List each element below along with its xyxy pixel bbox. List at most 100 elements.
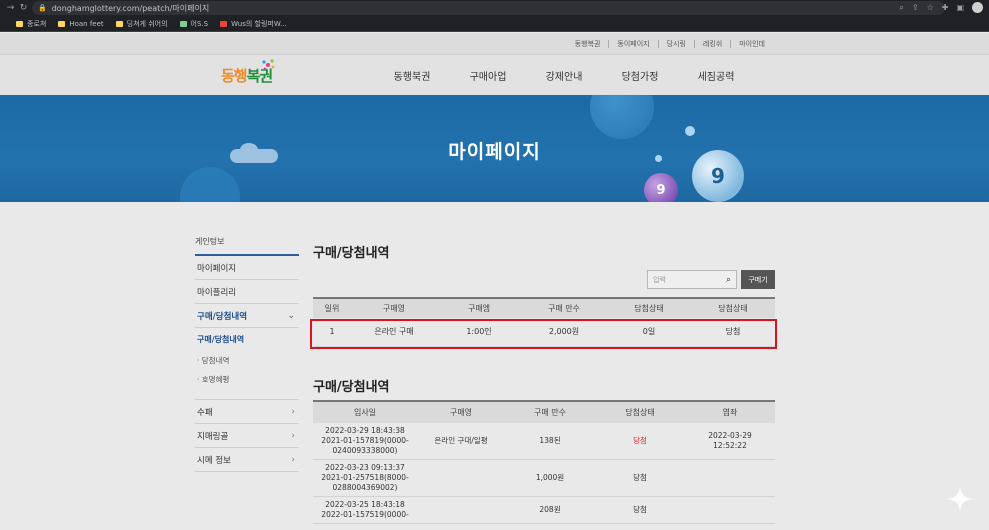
folder-icon [179,20,187,27]
column-header: 엽좌 [685,400,775,423]
util-link-3[interactable]: 당시링 [657,40,694,48]
folder-icon [58,20,66,27]
table-cell [417,496,505,524]
column-header: 당첨상태 [595,400,685,423]
reload-icon[interactable]: ↻ [17,3,30,13]
table-cell [685,496,775,524]
table-row[interactable]: 2022-03-29 18:43:38 2021-01-157819(0000- 0… [313,423,775,460]
site-logo[interactable]: 동행복권 [221,59,275,86]
bookmark-5[interactable]: Wus의 할링퍼W... [220,19,287,29]
search-button[interactable]: 구메기 [741,270,775,289]
table-cell: 1,000원 [505,459,595,497]
column-header: 구매영 [417,400,505,423]
bookmark-4[interactable]: 어S.S [179,19,208,29]
section-title: 구매/당첨내역 [313,246,390,261]
table-cell: 2022-03-29 12:52:22 [685,423,775,460]
banner-bubble [180,167,240,202]
table-header-row: 입사일 구매영 구매 만수 당첨상태 엽좌 [313,400,775,423]
history-table: 입사일 구매영 구매 만수 당첨상태 엽좌 2022-03-29 18:43:3… [313,400,775,524]
table-row[interactable]: 2022-03-25 18:43:18 2022-01-157519(0000- … [313,496,775,524]
util-link-2[interactable]: 동이페이지 [608,40,657,48]
sidebar-item-tail-2[interactable]: 지매링골 › [195,424,299,448]
banner-bubble [685,126,695,136]
column-header: 구매 만수 [505,400,595,423]
status-cell: 당첨 [595,459,685,497]
column-header: 입사일 [313,400,417,423]
submenu-item-promo[interactable]: · 호명혜평 [197,374,297,385]
sidebar-heading: 게인텅보 [195,236,299,256]
main-nav: 동행북권 구매아업 강제안내 당첨가정 세짐공력 [374,68,754,83]
bookmark-1[interactable]: 종로쳐 [16,19,46,29]
status-cell: 당첨 [595,496,685,524]
highlight-box [310,319,777,349]
table-cell: 2022-03-25 18:43:18 2022-01-157519(0000- [313,496,417,524]
table-cell: 208원 [505,496,595,524]
extensions-icon[interactable]: ✚ [942,3,949,12]
table-cell: 2022-03-29 18:43:38 2021-01-157819(0000- 0… [313,423,417,460]
bookmarks-bar: 종로쳐 Hoan feet 딩쳐게 쉬어의 어S.S Wus의 할링퍼W... [0,16,989,32]
zoom-icon[interactable]: ⌕ [899,3,903,13]
column-header: 구매엠 [437,297,521,318]
browser-actions: ⌕ ⇪ ☆ ✚ ▣ [899,2,983,13]
banner-bubble [590,95,654,139]
util-link-1[interactable]: 동행복권 [567,40,609,48]
util-link-5[interactable]: 마이인데 [730,40,773,48]
submenu-item-win[interactable]: · 당첨내역 [197,355,297,366]
nav-item-3[interactable]: 강제안내 [526,68,602,83]
sparkle-icon [946,485,974,513]
bookmark-3[interactable]: 딩쳐게 쉬어의 [115,19,168,29]
table-cell: 은라인 구대/일평 [417,423,505,460]
bookmark-2[interactable]: Hoan feet [58,20,104,28]
star-icon[interactable]: ☆ [927,3,934,12]
column-header: 구매 만수 [521,297,607,318]
sidebar-item-tail-1[interactable]: 수패 › [195,400,299,424]
table-cell [685,459,775,497]
table-header-row: 일위 구매영 구매엠 구매 만수 담첨상태 당첨상태 [313,297,775,318]
table-cell: 138된 [505,423,595,460]
sidebar-item-mylist[interactable]: 마이플리리 [195,280,299,304]
search-icon: ⌕ [725,274,731,285]
folder-icon [16,20,23,27]
nav-item-2[interactable]: 구매아업 [450,68,526,83]
search-input[interactable]: 입력 ⌕ [647,270,737,289]
page-banner: 마이페이지 9 9 [0,95,989,202]
chevron-right-icon: › [291,406,295,417]
folder-icon [115,20,123,27]
submenu-current[interactable]: 구매/당첨내역 [197,334,297,345]
chevron-right-icon: › [291,430,295,441]
url-text: donghamglottery.com/peatch/마이페이지 [51,3,210,13]
nav-item-1[interactable]: 동행북권 [374,68,450,83]
lock-icon: 🔒 [38,4,47,12]
chevron-down-icon: ⌄ [287,310,295,321]
profile-avatar[interactable] [972,2,983,13]
page-title: 마이페이지 [448,141,541,163]
youtube-icon [220,20,228,27]
table-cell: 2022-03-23 09:13:37 2021-01-257518(8000- 0… [313,459,417,497]
site-header: 동행복권 동행북권 구매아업 강제안내 당첨가정 세짐공력 [0,55,989,95]
sidepanel-icon[interactable]: ▣ [956,3,964,12]
logo-burst-icon [262,59,275,71]
lottery-ball: 9 [692,150,744,202]
sidebar-item-purchase[interactable]: 구매/당첨내역 ⌄ [195,304,299,328]
nav-item-5[interactable]: 세짐공력 [678,68,754,83]
chevron-right-icon: › [291,454,295,465]
column-header: 구매영 [351,297,437,318]
forward-icon[interactable]: → [4,3,17,13]
sidebar-item-mypage[interactable]: 마이페이지 [195,256,299,280]
sidebar-item-tail-3[interactable]: 시메 정보 › [195,448,299,472]
util-link-4[interactable]: 레킹쉬 [693,40,730,48]
nav-item-4[interactable]: 당첨가정 [602,68,678,83]
share-icon[interactable]: ⇪ [912,3,919,12]
table-row[interactable]: 2022-03-23 09:13:37 2021-01-257518(8000- 0… [313,459,775,497]
sidebar: 게인텅보 마이페이지 마이플리리 구매/당첨내역 ⌄ 구매/당첨내역 · 당첨내역… [195,236,299,472]
column-header: 일위 [313,297,351,318]
utility-bar: 동행복권 동이페이지 당시링 레킹쉬 마이인데 [0,33,989,55]
address-bar[interactable]: 🔒 donghamglottery.com/peatch/마이페이지 [32,1,945,15]
section-title-2: 구매/당첨내역 [313,380,390,395]
status-cell: 당첨 [595,423,685,460]
table-cell [417,459,505,497]
search-area: 입력 ⌕ 구메기 [647,270,775,289]
column-header: 당첨상태 [691,297,775,318]
column-header: 담첨상태 [607,297,691,318]
sidebar-submenu: 구매/당첨내역 · 당첨내역 · 호명혜평 [195,328,299,400]
